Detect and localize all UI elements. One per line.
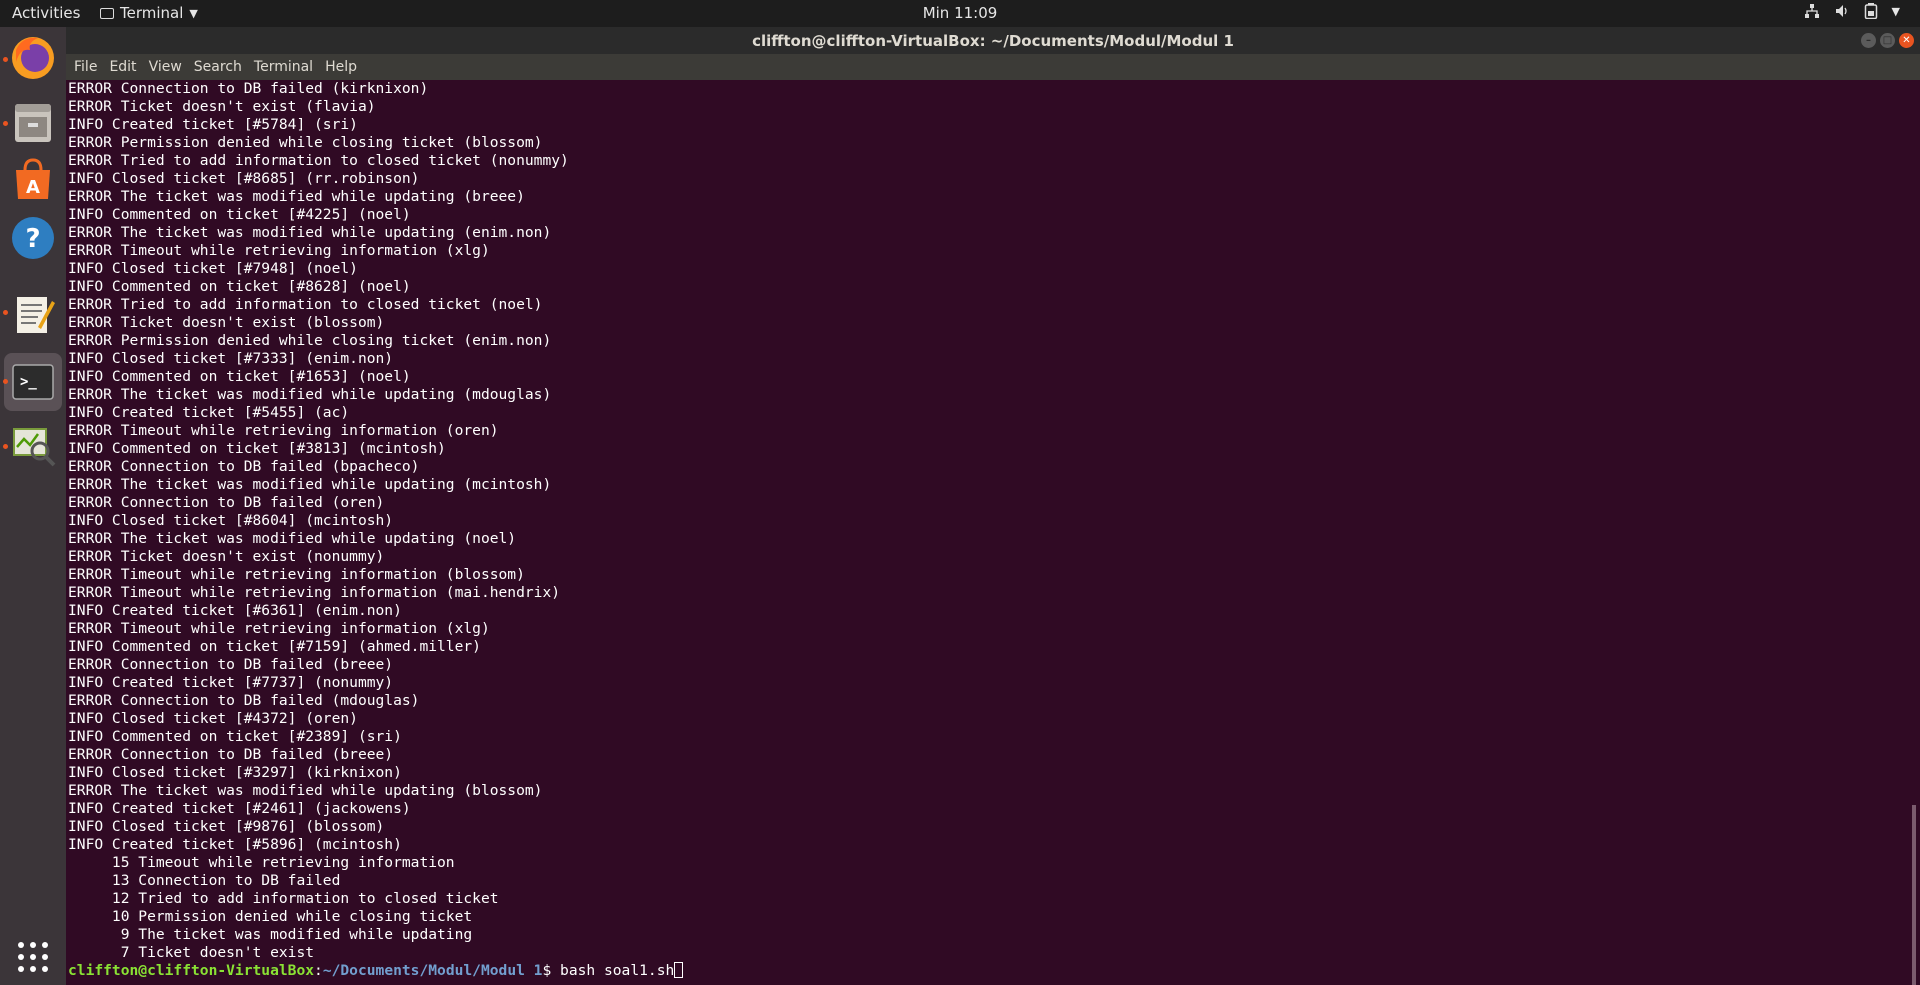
firefox-icon[interactable] (8, 32, 58, 82)
svg-text:?: ? (25, 224, 40, 254)
terminal-line: 7 Ticket doesn't exist (68, 944, 315, 961)
terminal-lines: ERROR Connection to DB failed (kirknixon… (68, 80, 684, 980)
clock[interactable]: Min 11:09 (923, 4, 998, 22)
terminal-line: INFO Commented on ticket [#4225] (noel) (68, 206, 411, 223)
chevron-down-icon: ▼ (189, 6, 198, 20)
terminal-line: INFO Created ticket [#5896] (mcintosh) (68, 836, 402, 853)
window-title-bar[interactable]: cliffton@cliffton-VirtualBox: ~/Document… (66, 27, 1920, 54)
menu-file[interactable]: File (74, 59, 97, 75)
terminal-line: 12 Tried to add information to closed ti… (68, 890, 499, 907)
show-apps-icon[interactable] (8, 932, 58, 982)
terminal-line: INFO Closed ticket [#7948] (noel) (68, 260, 358, 277)
terminal-line: INFO Closed ticket [#8604] (mcintosh) (68, 512, 394, 529)
terminal-line: INFO Created ticket [#7737] (nonummy) (68, 674, 394, 691)
text-editor-icon[interactable] (8, 289, 58, 339)
terminal-line: ERROR Timeout while retrieving informati… (68, 620, 490, 637)
network-icon (1804, 4, 1819, 18)
terminal-line: INFO Closed ticket [#4372] (oren) (68, 710, 358, 727)
terminal-line: 13 Connection to DB failed (68, 872, 341, 889)
terminal-line: ERROR Timeout while retrieving informati… (68, 584, 561, 601)
menu-help[interactable]: Help (325, 59, 357, 75)
dock: A ? >_ (0, 27, 66, 985)
menu-bar: File Edit View Search Terminal Help (66, 54, 1920, 80)
terminal-line: ERROR The ticket was modified while upda… (68, 476, 552, 493)
terminal-line: ERROR Ticket doesn't exist (flavia) (68, 98, 376, 115)
terminal-line: INFO Closed ticket [#3297] (kirknixon) (68, 764, 402, 781)
menu-search[interactable]: Search (194, 59, 242, 75)
prompt-symbol: $ (542, 962, 561, 979)
terminal-line: ERROR The ticket was modified while upda… (68, 530, 517, 547)
terminal-line: INFO Closed ticket [#7333] (enim.non) (68, 350, 394, 367)
system-monitor-icon[interactable] (8, 419, 58, 469)
menu-view[interactable]: View (149, 59, 182, 75)
terminal-line: INFO Created ticket [#2461] (jackowens) (68, 800, 411, 817)
terminal-line: INFO Closed ticket [#9876] (blossom) (68, 818, 385, 835)
terminal-line: ERROR The ticket was modified while upda… (68, 782, 543, 799)
terminal-line: ERROR Permission denied while closing ti… (68, 332, 552, 349)
terminal-line: ERROR Connection to DB failed (kirknixon… (68, 80, 429, 97)
terminal-line: INFO Commented on ticket [#2389] (sri) (68, 728, 402, 745)
terminal-line: 10 Permission denied while closing ticke… (68, 908, 473, 925)
svg-text:>_: >_ (20, 374, 37, 390)
terminal-line: INFO Commented on ticket [#8628] (noel) (68, 278, 411, 295)
terminal-line: INFO Created ticket [#5784] (sri) (68, 116, 358, 133)
terminal-line: 15 Timeout while retrieving information (68, 854, 455, 871)
terminal-line: INFO Commented on ticket [#7159] (ahmed.… (68, 638, 481, 655)
app-menu-label: Terminal (120, 4, 184, 22)
terminal-icon (100, 7, 114, 19)
system-tray[interactable]: ▼ (1804, 3, 1900, 19)
terminal-line: INFO Commented on ticket [#3813] (mcinto… (68, 440, 446, 457)
app-menu-button[interactable]: Terminal ▼ (100, 4, 198, 22)
terminal-line: INFO Created ticket [#6361] (enim.non) (68, 602, 402, 619)
terminal-line: INFO Created ticket [#5455] (ac) (68, 404, 350, 421)
battery-icon (1864, 3, 1877, 19)
terminal-icon[interactable]: >_ (8, 357, 58, 407)
terminal-line: 9 The ticket was modified while updating (68, 926, 473, 943)
terminal-line: ERROR Connection to DB failed (oren) (68, 494, 385, 511)
terminal-line: ERROR Tried to add information to closed… (68, 296, 543, 313)
software-icon[interactable]: A (8, 155, 58, 205)
text-cursor (674, 962, 684, 978)
menu-edit[interactable]: Edit (109, 59, 136, 75)
terminal-line: ERROR Timeout while retrieving informati… (68, 242, 490, 259)
terminal-line: ERROR The ticket was modified while upda… (68, 386, 552, 403)
maximize-icon[interactable]: □ (1880, 33, 1895, 48)
prompt-separator: : (314, 962, 323, 979)
window-title: cliffton@cliffton-VirtualBox: ~/Document… (752, 32, 1234, 50)
close-icon[interactable]: ✕ (1899, 33, 1914, 48)
volume-icon (1835, 5, 1847, 17)
terminal-line: ERROR Ticket doesn't exist (blossom) (68, 314, 385, 331)
terminal-line: ERROR Timeout while retrieving informati… (68, 566, 525, 583)
terminal-line: INFO Commented on ticket [#1653] (noel) (68, 368, 411, 385)
terminal-line: ERROR Connection to DB failed (breee) (68, 746, 394, 763)
activities-button[interactable]: Activities (12, 4, 80, 22)
prompt-path: ~/Documents/Modul/Modul 1 (322, 962, 543, 979)
terminal-line: ERROR Connection to DB failed (breee) (68, 656, 394, 673)
files-icon[interactable] (8, 97, 58, 147)
terminal-line: ERROR Connection to DB failed (bpacheco) (68, 458, 420, 475)
terminal-line: ERROR Connection to DB failed (mdouglas) (68, 692, 420, 709)
chevron-down-icon: ▼ (1891, 4, 1900, 18)
menu-terminal[interactable]: Terminal (254, 59, 313, 75)
terminal-line: ERROR The ticket was modified while upda… (68, 188, 525, 205)
minimize-icon[interactable]: – (1861, 33, 1876, 48)
svg-text:A: A (26, 177, 40, 198)
help-icon[interactable]: ? (8, 213, 58, 263)
terminal-line: ERROR Permission denied while closing ti… (68, 134, 543, 151)
terminal-line: INFO Closed ticket [#8685] (rr.robinson) (68, 170, 420, 187)
prompt-user: cliffton@cliffton-VirtualBox (68, 962, 315, 979)
terminal-line: ERROR Ticket doesn't exist (nonummy) (68, 548, 385, 565)
prompt-line[interactable]: cliffton@cliffton-VirtualBox:~/Documents… (68, 962, 684, 980)
scrollbar[interactable] (1912, 805, 1916, 985)
command-input[interactable]: bash soal1.sh (560, 962, 674, 979)
terminal-line: ERROR The ticket was modified while upda… (68, 224, 552, 241)
top-bar: Activities Terminal ▼ Min 11:09 ▼ (0, 0, 1920, 27)
terminal-line: ERROR Timeout while retrieving informati… (68, 422, 499, 439)
terminal-output[interactable]: ERROR Connection to DB failed (kirknixon… (66, 80, 1916, 985)
terminal-line: ERROR Tried to add information to closed… (68, 152, 569, 169)
